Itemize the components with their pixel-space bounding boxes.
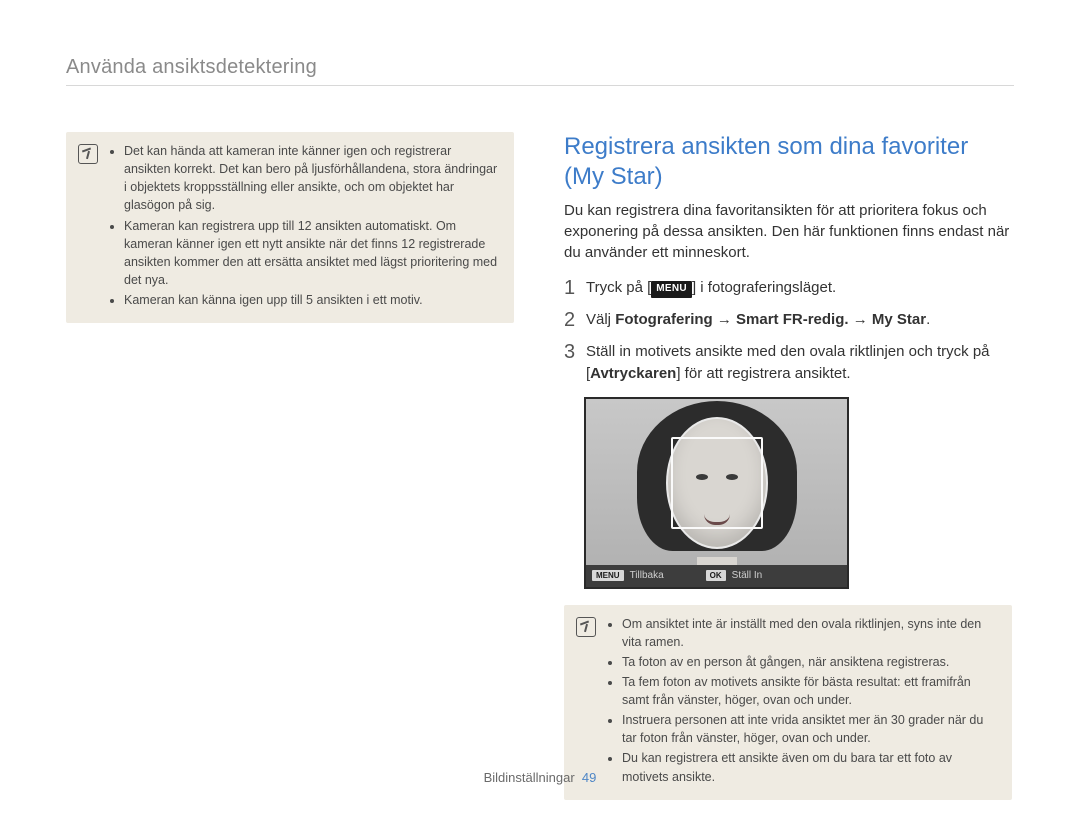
note-item: Om ansiktet inte är inställt med den ova… [622, 615, 998, 651]
bold: Avtryckaren [590, 365, 676, 382]
note-list: Det kan hända att kameran inte känner ig… [108, 142, 500, 311]
step-text: Välj Fotografering → Smart FR-redig. → M… [586, 309, 930, 331]
note-item: Kameran kan känna igen upp till 5 ansikt… [124, 291, 500, 309]
text: → [713, 311, 736, 328]
back-label: Tillbaka [630, 570, 664, 581]
bold: Fotografering [615, 311, 713, 328]
text: ] för att registrera ansiktet. [676, 365, 850, 382]
text: Välj [586, 311, 615, 328]
page-footer: Bildinställningar 49 [0, 770, 1080, 785]
step-2: 2 Välj Fotografering → Smart FR-redig. →… [564, 309, 1012, 332]
note-item: Ta foton av en person åt gången, när ans… [622, 653, 998, 671]
menu-chip: MENU [592, 570, 624, 581]
footer-label: Bildinställningar [484, 770, 575, 785]
step-text: Ställ in motivets ansikte med den ovala … [586, 341, 1012, 385]
note-icon [78, 144, 98, 164]
right-column: Registrera ansikten som dina favoriter (… [564, 132, 1012, 800]
step-number: 2 [564, 309, 586, 332]
set-label: Ställ In [732, 570, 763, 581]
note-item: Kameran kan registrera upp till 12 ansik… [124, 217, 500, 290]
page-number: 49 [582, 770, 596, 785]
text: . [926, 311, 930, 328]
preview-bottom-bar: MENU Tillbaka OK Ställ In [586, 565, 847, 587]
step-number: 3 [564, 341, 586, 364]
note-item: Det kan hända att kameran inte känner ig… [124, 142, 500, 215]
step-3: 3 Ställ in motivets ansikte med den oval… [564, 341, 1012, 385]
text: ] i fotograferingsläget. [692, 279, 836, 296]
page-header: Använda ansiktsdetektering [66, 56, 1014, 86]
menu-chip: MENU [651, 281, 692, 298]
step-number: 1 [564, 277, 586, 300]
text: Tryck på [ [586, 279, 651, 296]
note-item: Instruera personen att inte vrida ansikt… [622, 711, 998, 747]
face-illustration [627, 399, 807, 565]
camera-preview: MENU Tillbaka OK Ställ In [584, 397, 849, 589]
manual-page: Använda ansiktsdetektering Det kan hända… [0, 0, 1080, 815]
section-intro: Du kan registrera dina favoritansikten f… [564, 200, 1012, 263]
step-text: Tryck på [MENU] i fotograferingsläget. [586, 277, 836, 299]
focus-rect [671, 437, 763, 529]
ok-chip: OK [706, 570, 726, 581]
text: → [849, 311, 872, 328]
section-title: Registrera ansikten som dina favoriter (… [564, 132, 1012, 192]
left-column: Det kan hända att kameran inte känner ig… [66, 132, 514, 800]
step-1: 1 Tryck på [MENU] i fotograferingsläget. [564, 277, 1012, 300]
steps-list: 1 Tryck på [MENU] i fotograferingsläget.… [564, 277, 1012, 385]
note-item: Ta fem foton av motivets ansikte för bäs… [622, 673, 998, 709]
note-box-left: Det kan hända att kameran inte känner ig… [66, 132, 514, 323]
bold: Smart FR-redig. [736, 311, 849, 328]
preview-area [586, 399, 847, 565]
content-columns: Det kan hända att kameran inte känner ig… [66, 132, 1014, 800]
note-icon [576, 617, 596, 637]
bold: My Star [872, 311, 926, 328]
note-list: Om ansiktet inte är inställt med den ova… [606, 615, 998, 788]
